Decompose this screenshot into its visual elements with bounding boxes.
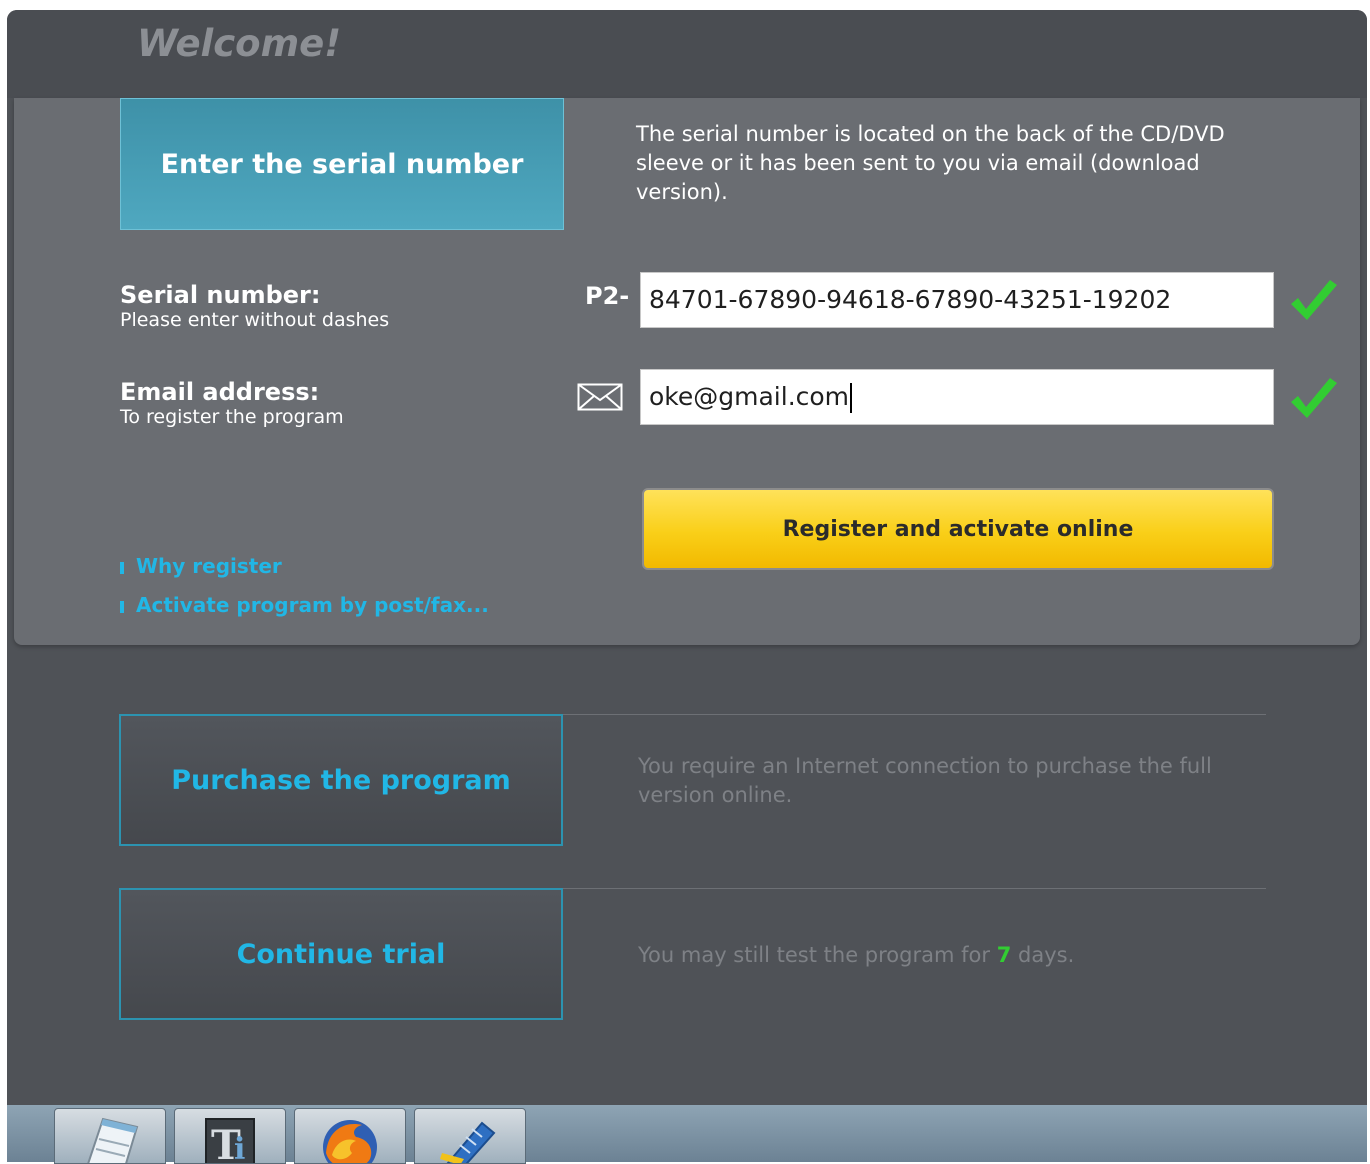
activate-post-fax-label: Activate program by post/fax... — [136, 593, 489, 617]
taskbar-button-typography[interactable]: T i — [174, 1108, 286, 1164]
serial-prefix: P2- — [585, 282, 630, 310]
trial-days-remaining: 7 — [996, 943, 1012, 967]
purchase-program-button[interactable]: Purchase the program — [119, 714, 563, 846]
notepad-icon — [87, 1117, 139, 1163]
registration-window: Welcome! Enter the serial number The ser… — [7, 10, 1367, 1105]
why-register-label: Why register — [136, 554, 282, 578]
register-activate-button[interactable]: Register and activate online — [642, 488, 1274, 570]
taskbar-button-draw[interactable] — [414, 1108, 526, 1164]
email-hint: To register the program — [120, 406, 344, 428]
typography-app-icon: T i — [205, 1118, 255, 1164]
serial-input[interactable]: 84701-67890-94618-67890-43251-19202 — [640, 272, 1274, 328]
window-title: Welcome! — [137, 22, 342, 65]
envelope-icon — [577, 383, 623, 411]
trial-info-prefix: You may still test the program for — [638, 943, 990, 967]
taskbar-button-firefox[interactable] — [294, 1108, 406, 1164]
email-input-value: oke@gmail.com — [649, 382, 850, 411]
tab-enter-serial-label: Enter the serial number — [160, 148, 524, 180]
svg-text:i: i — [234, 1132, 245, 1164]
serial-hint: Please enter without dashes — [120, 309, 390, 331]
serial-panel: Enter the serial number The serial numbe… — [14, 98, 1360, 645]
continue-trial-label: Continue trial — [236, 938, 446, 970]
taskbar: T i — [7, 1105, 1367, 1164]
title-bar: Welcome! — [7, 10, 1367, 98]
activate-post-fax-link[interactable]: Activate program by post/fax... — [120, 593, 489, 617]
taskbar-button-notepad[interactable] — [54, 1108, 166, 1164]
trial-info-text: You may still test the program for 7 day… — [638, 941, 1238, 970]
serial-input-value: 84701-67890-94618-67890-43251-19202 — [649, 285, 1172, 314]
email-label: Email address: — [120, 378, 320, 406]
link-bullet-icon — [120, 561, 124, 574]
firefox-icon — [323, 1120, 377, 1163]
trial-info-suffix: days. — [1018, 943, 1075, 967]
pen-ruler-icon — [440, 1121, 496, 1163]
why-register-link[interactable]: Why register — [120, 554, 282, 578]
register-activate-label: Register and activate online — [782, 516, 1134, 542]
text-caret — [850, 383, 853, 413]
serial-valid-check-icon — [1291, 280, 1337, 320]
serial-info-text: The serial number is located on the back… — [636, 122, 1225, 204]
email-input[interactable]: oke@gmail.com — [640, 369, 1274, 425]
link-bullet-icon — [120, 600, 124, 613]
purchase-info-text: You require an Internet connection to pu… — [638, 754, 1212, 807]
purchase-program-label: Purchase the program — [171, 764, 511, 796]
serial-label-block: Serial number: Please enter without dash… — [120, 281, 389, 331]
email-valid-check-icon — [1291, 378, 1337, 418]
email-label-block: Email address: To register the program — [120, 378, 344, 428]
continue-trial-button[interactable]: Continue trial — [119, 888, 563, 1020]
tab-enter-serial[interactable]: Enter the serial number — [120, 98, 564, 230]
divider — [563, 888, 1266, 889]
divider — [563, 714, 1266, 715]
serial-label: Serial number: — [120, 281, 321, 309]
